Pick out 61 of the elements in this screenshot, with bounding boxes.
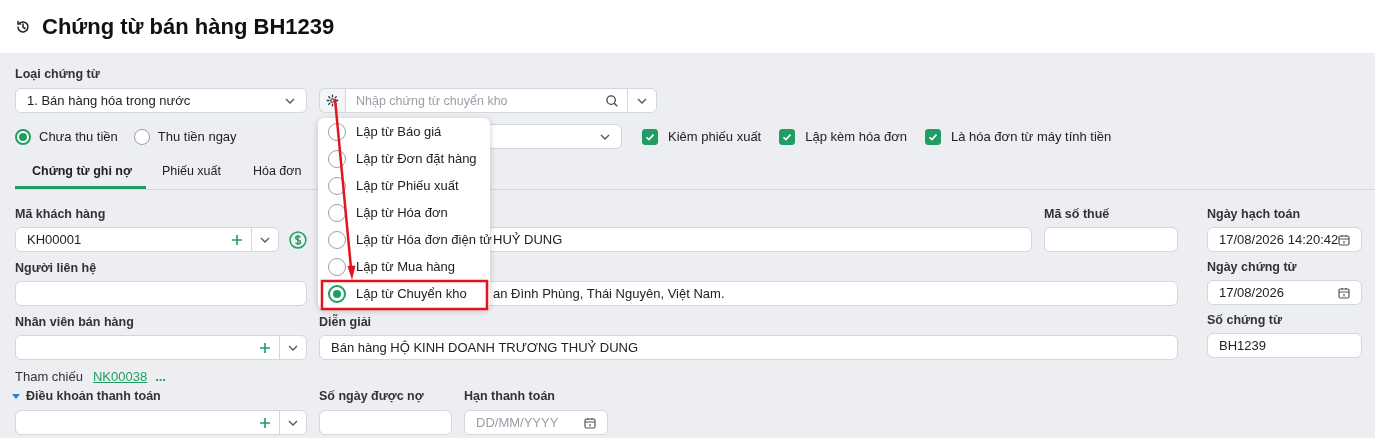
menu-item[interactable]: Lập từ Phiếu xuất — [318, 172, 490, 199]
field-label: Nhân viên bán hàng — [15, 315, 135, 329]
gear-icon — [326, 94, 339, 107]
salesperson-field[interactable] — [15, 335, 307, 360]
search-input[interactable]: Nhập chứng từ chuyển kho — [346, 93, 605, 108]
credit-days-field[interactable] — [319, 410, 452, 435]
caret-icon[interactable] — [288, 419, 298, 426]
voucher-date-field[interactable]: 17/08/2026 — [1207, 280, 1363, 305]
field-label: Số ngày được nợ — [319, 389, 425, 403]
settings-button[interactable] — [319, 88, 346, 113]
caret-icon — [600, 133, 610, 140]
radio-option[interactable]: Chưa thu tiền — [15, 128, 118, 145]
caret-icon — [637, 97, 647, 104]
checkbox-option[interactable]: Kiêm phiếu xuất — [642, 128, 762, 145]
menu-item[interactable]: Lập từ Hóa đơn — [318, 199, 490, 226]
field-label: Loại chứng từ — [15, 67, 101, 81]
expand-icon[interactable] — [12, 393, 20, 399]
field-label: Hạn thanh toán — [464, 389, 556, 403]
posting-date-field[interactable]: 17/08/2026 14:20:42 — [1207, 227, 1363, 252]
checkbox-option[interactable]: Là hóa đơn từ máy tính tiền — [925, 128, 1112, 145]
tab[interactable]: Hóa đơn — [236, 158, 318, 189]
caret-icon[interactable] — [260, 236, 271, 243]
field-label: Điều khoản thanh toán — [26, 389, 161, 403]
payment-term-field[interactable] — [15, 410, 307, 435]
menu-item[interactable]: Lập từ Mua hàng — [318, 253, 490, 280]
field-label: Mã khách hàng — [15, 207, 107, 221]
field-label: Người liên hệ — [15, 261, 98, 275]
add-icon[interactable] — [259, 341, 271, 354]
page-title: Chứng từ bán hàng BH1239 — [42, 13, 335, 40]
voucher-number-field[interactable]: BH1239 — [1207, 333, 1363, 358]
search-icon[interactable] — [605, 93, 619, 108]
search-field[interactable]: Nhập chứng từ chuyển kho — [346, 88, 627, 113]
checkbox-option[interactable]: Lập kèm hóa đơn — [779, 128, 907, 145]
contact-field[interactable] — [15, 281, 307, 306]
radio-option[interactable]: Thu tiền ngay — [133, 128, 237, 145]
field-label: Ngày hạch toán — [1207, 207, 1302, 221]
field-label: Số chứng từ — [1207, 313, 1284, 327]
field-label: Diễn giải — [319, 315, 373, 329]
description-field[interactable]: Bán hàng HỘ KINH DOANH TRƯƠNG THUỶ DUNG — [319, 335, 1178, 360]
tab[interactable]: Phiếu xuất — [145, 158, 237, 189]
add-icon[interactable] — [231, 233, 244, 246]
menu-item[interactable]: Lập từ Báo giá — [318, 118, 490, 145]
dollar-icon[interactable] — [289, 230, 307, 249]
voucher-type-select[interactable]: 1. Bán hàng hóa trong nước — [15, 88, 307, 113]
dropdown-button[interactable] — [627, 88, 657, 113]
calendar-icon[interactable] — [584, 416, 596, 429]
menu-item[interactable]: Lập từ Đơn đặt hàng — [318, 145, 490, 172]
tab[interactable]: Chứng từ ghi nợ — [15, 158, 146, 189]
calendar-icon[interactable] — [1338, 286, 1351, 299]
menu-item[interactable]: Lập từ Chuyển kho — [318, 280, 490, 307]
reference-label: Tham chiếu — [15, 368, 83, 384]
field-label: Ngày chứng từ — [1207, 260, 1298, 274]
tax-code-field[interactable] — [1044, 227, 1178, 252]
menu-item[interactable]: Lập từ Hóa đơn điện tử — [318, 226, 490, 253]
caret-icon[interactable] — [288, 344, 298, 351]
add-icon[interactable] — [259, 416, 271, 429]
history-icon[interactable] — [15, 18, 31, 35]
field-label: Mã số thuế — [1044, 207, 1111, 221]
caret-icon — [285, 97, 295, 104]
calendar-icon[interactable] — [1338, 233, 1351, 246]
customer-code-field[interactable]: KH00001 — [15, 227, 280, 252]
